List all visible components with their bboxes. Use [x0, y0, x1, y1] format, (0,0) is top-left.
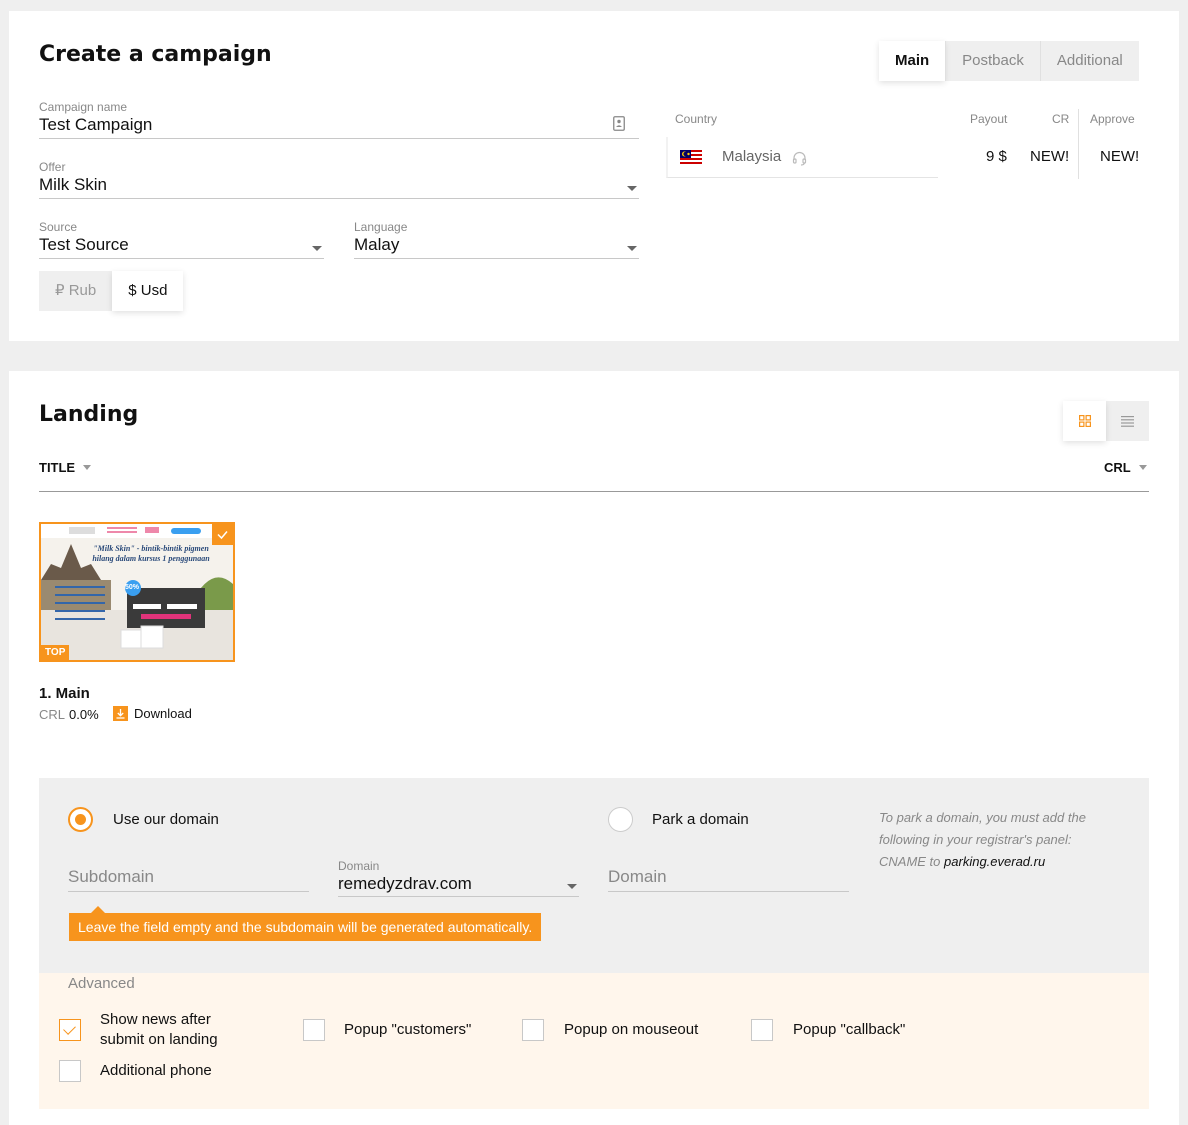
- show-news-line-2: submit on landing: [100, 1031, 218, 1048]
- additional-phone-label: Additional phone: [100, 1062, 212, 1079]
- source-value: Test Source: [39, 235, 129, 254]
- check-icon: [217, 531, 228, 540]
- advanced-title: Advanced: [68, 975, 135, 992]
- crl-value: 0.0%: [69, 707, 99, 722]
- currency-rub-button[interactable]: ₽ Rub: [39, 271, 112, 311]
- approve-value: NEW!: [1100, 148, 1140, 165]
- header-divider: [39, 491, 1149, 492]
- popup-customers-label: Popup "customers": [344, 1021, 472, 1038]
- domain-value: remedyzdrav.com: [338, 874, 472, 893]
- popup-customers-checkbox[interactable]: [303, 1019, 325, 1041]
- sort-down-icon: [1138, 465, 1147, 470]
- language-value: Malay: [354, 235, 400, 254]
- tab-postback[interactable]: Postback: [945, 41, 1040, 81]
- sort-crl-label: CRL: [1104, 460, 1131, 475]
- tab-additional[interactable]: Additional: [1039, 41, 1139, 81]
- park-domain-note: To park a domain, you must add the follo…: [879, 807, 1129, 873]
- source-label: Source: [39, 220, 78, 234]
- country-header: Country: [675, 112, 718, 126]
- malaysia-flag-icon: [680, 150, 702, 164]
- offer-select[interactable]: Offer Milk Skin: [39, 160, 639, 199]
- cr-header: CR: [1052, 112, 1070, 126]
- download-button[interactable]: Download: [113, 706, 192, 721]
- offer-value: Milk Skin: [39, 175, 108, 194]
- park-domain-label: Park a domain: [652, 811, 749, 828]
- note-line-2: following in your registrar's panel:: [879, 832, 1072, 847]
- sort-down-icon: [83, 465, 92, 470]
- country-name: Malaysia: [722, 148, 782, 165]
- popup-callback-checkbox[interactable]: [751, 1019, 773, 1041]
- grid-icon: [1078, 415, 1091, 427]
- grid-view-button[interactable]: [1063, 401, 1106, 441]
- popup-mouseout-label: Popup on mouseout: [564, 1021, 699, 1038]
- domain-select[interactable]: Domain remedyzdrav.com: [338, 859, 579, 897]
- thumb-discount: 50%: [125, 584, 140, 591]
- selected-check-badge: [212, 524, 233, 545]
- domain-label: Domain: [338, 859, 380, 873]
- landing-card: Landing TITLE CRL "Milk Skin" - bintik-b…: [9, 371, 1179, 1125]
- contact-card-icon[interactable]: [613, 116, 625, 131]
- additional-phone-checkbox[interactable]: [59, 1060, 81, 1082]
- currency-usd-button[interactable]: $ Usd: [112, 271, 184, 311]
- offer-label: Offer: [39, 160, 66, 174]
- use-our-domain-radio[interactable]: [68, 807, 93, 832]
- landing-title: Landing: [39, 402, 139, 427]
- park-domain-radio[interactable]: [608, 807, 633, 832]
- subdomain-input[interactable]: Subdomain: [68, 867, 309, 892]
- campaign-name-label: Campaign name: [39, 100, 128, 114]
- language-label: Language: [354, 220, 408, 234]
- create-campaign-card: Create a campaign Main Postback Addition…: [9, 11, 1179, 341]
- download-label: Download: [134, 706, 192, 721]
- source-select[interactable]: Source Test Source: [39, 220, 324, 259]
- thumb-headline: "Milk Skin" - bintik-bintik pigmen hilan…: [92, 544, 210, 563]
- currency-switch: ₽ Rub $ Usd: [39, 271, 184, 311]
- payout-header: Payout: [970, 112, 1008, 126]
- page-title: Create a campaign: [39, 42, 272, 67]
- sort-title-label: TITLE: [39, 460, 76, 475]
- show-news-line-1: Show news after: [100, 1011, 211, 1028]
- payout-value: 9 $: [986, 148, 1007, 165]
- list-view-button[interactable]: [1106, 401, 1149, 441]
- tab-main[interactable]: Main: [879, 41, 946, 81]
- list-icon: [1121, 415, 1134, 427]
- popup-callback-label: Popup "callback": [793, 1021, 906, 1038]
- chevron-down-icon: [627, 186, 637, 191]
- approve-header: Approve: [1090, 112, 1135, 126]
- chevron-down-icon: [567, 884, 577, 889]
- domain-settings-panel: Use our domain Park a domain Subdomain D…: [39, 778, 1149, 973]
- download-icon: [113, 706, 128, 721]
- chevron-down-icon: [627, 246, 637, 251]
- sort-crl-header[interactable]: CRL: [1104, 460, 1147, 475]
- crl-label: CRL: [39, 707, 66, 722]
- landing-name: 1. Main: [39, 685, 90, 702]
- headset-icon: [792, 151, 807, 166]
- country-row[interactable]: Malaysia: [666, 137, 938, 178]
- language-select[interactable]: Language Malay: [354, 220, 639, 259]
- park-domain-input[interactable]: Domain: [608, 867, 849, 892]
- use-our-domain-label: Use our domain: [113, 811, 219, 828]
- note-prefix: CNAME to: [879, 854, 941, 869]
- note-line-1: To park a domain, you must add the: [879, 810, 1086, 825]
- landing-thumbnail[interactable]: "Milk Skin" - bintik-bintik pigmen hilan…: [39, 522, 235, 662]
- campaign-name-input[interactable]: Test Campaign: [39, 115, 639, 137]
- chevron-down-icon: [312, 246, 322, 251]
- sort-title-header[interactable]: TITLE: [39, 460, 92, 475]
- column-divider: [1078, 109, 1079, 179]
- view-toggle: [1063, 401, 1149, 441]
- note-host: parking.everad.ru: [944, 854, 1046, 869]
- top-badge: TOP: [41, 645, 70, 660]
- show-news-checkbox[interactable]: [59, 1019, 81, 1041]
- campaign-tabs: Main Postback Additional: [879, 41, 1139, 81]
- campaign-name-field[interactable]: Campaign name Test Campaign: [39, 100, 639, 139]
- subdomain-tooltip: Leave the field empty and the subdomain …: [69, 906, 542, 941]
- cr-value: NEW!: [1030, 148, 1070, 165]
- show-news-label: Show news after submit on landing: [100, 1010, 218, 1050]
- advanced-options-panel: Advanced Show news after submit on landi…: [39, 973, 1149, 1109]
- popup-mouseout-checkbox[interactable]: [522, 1019, 544, 1041]
